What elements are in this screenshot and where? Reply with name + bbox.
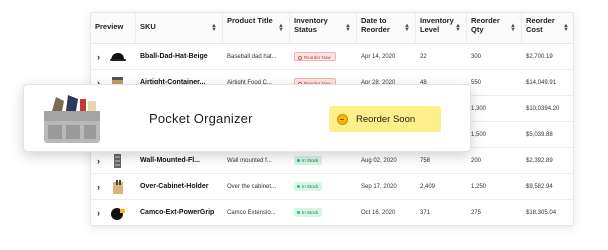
column-header-label: Preview [95,22,124,31]
date-cell: Sep 17, 2020 [361,184,397,190]
qty-cell: 550 [471,80,482,86]
status-badge: Reorder Soon [329,106,441,132]
sku-cell: Bball-Dad-Hat-Beige [140,53,208,60]
cap-icon [109,49,126,65]
product-highlight-card[interactable]: Pocket Organizer Reorder Soon [23,84,471,152]
sku-cell: Over-Cabinet-Holder [140,183,209,190]
status-badge: In Stock [294,181,323,191]
table-row[interactable]: › Over-Cabinet-Holder Over the cabinet... I… [91,174,573,200]
sku-cell: Camco-Ext-PowerGrip [140,209,215,216]
table-row[interactable]: › Bball-Dad-Hat-Beige Baseball dad hat... R… [91,44,573,70]
status-cell: In Stock [290,174,357,200]
title-cell: Baseball dad hat... [227,54,277,60]
table-row[interactable]: › Camco-Ext-PowerGrip Camco Extensio... In … [91,200,573,225]
status-label: In Stock [302,183,319,189]
title-cell: Over the cabinet... [227,184,277,190]
wall-rack-icon [109,153,126,169]
expand-chevron-icon[interactable]: › [97,44,100,70]
column-header-label: Product Title [227,16,273,25]
qty-cell: 200 [471,158,482,164]
status-label: In Stock [302,157,319,163]
cabinet-holder-icon [109,179,126,195]
column-header[interactable]: Inventory Status ▲ ▼ [290,13,357,44]
qty-cell: 300 [471,54,482,60]
sort-icon[interactable]: ▲ ▼ [510,23,516,33]
status-label: Reorder Soon [356,113,416,125]
level-cell: 22 [420,54,427,60]
sort-icon[interactable]: ▲ ▼ [404,23,410,33]
date-cell: Oct 16, 2020 [361,210,396,216]
status-dot-icon [297,211,300,215]
column-header-label: Reorder Qty [471,16,500,34]
column-header-label: Inventory Status [294,16,328,34]
sort-icon[interactable]: ▲ ▼ [211,23,217,33]
sort-icon[interactable]: ▲ ▼ [455,23,461,33]
sort-icon[interactable]: ▲ ▼ [563,23,569,33]
warning-face-icon [337,113,348,125]
column-header[interactable]: SKU ▲ ▼ [136,13,223,44]
status-label: In Stock [302,209,319,215]
cost-cell: $2,392.89 [526,158,553,164]
column-header-label: Date to Reorder [361,16,390,34]
power-cord-icon [109,205,126,221]
level-cell: 2,409 [420,184,436,190]
title-cell: Camco Extensio... [227,210,276,216]
level-cell: 371 [420,210,431,216]
status-cell: Reorder Now [290,44,357,70]
expand-chevron-icon[interactable]: › [97,200,100,225]
status-badge: In Stock [294,155,323,165]
status-cell: In Stock [290,200,357,225]
column-header[interactable]: Product Title ▲ ▼ [223,13,290,44]
qty-cell: 1,500 [471,132,487,138]
column-header[interactable]: Reorder Qty ▲ ▼ [467,13,522,44]
cost-cell: $18,305.04 [526,210,557,216]
cost-cell: $2,700.19 [526,54,553,60]
expand-chevron-icon[interactable]: › [97,174,100,200]
column-header[interactable]: Inventory Level ▲ ▼ [416,13,467,44]
column-header-label: Reorder Cost [526,16,555,34]
date-cell: Apr 14, 2020 [361,54,396,60]
column-header-label: Inventory Level [420,16,454,34]
status-badge: In Stock [294,207,323,217]
status-dot-icon [297,185,300,189]
column-header[interactable]: Date to Reorder ▲ ▼ [357,13,416,44]
sort-icon[interactable]: ▲ ▼ [345,23,351,33]
cost-cell: $10,0394.20 [526,106,560,112]
status-dot-icon [297,159,300,163]
column-header[interactable]: Reorder Cost ▲ ▼ [522,13,573,44]
table-header: Preview SKU ▲ ▼ Product Title ▲ ▼ Inventory Sta… [91,13,573,44]
cost-cell: $9,582.94 [526,184,553,190]
cost-cell: $14,049.91 [526,80,557,86]
status-dot-icon [298,55,302,60]
qty-cell: 275 [471,210,482,216]
product-name: Pocket Organizer [149,111,253,126]
qty-cell: 1,300 [471,106,487,112]
organizer-icon [44,95,100,143]
status-badge: Reorder Now [294,51,336,61]
status-label: Reorder Now [304,54,331,60]
sort-icon[interactable]: ▲ ▼ [278,23,284,33]
qty-cell: 1,250 [471,184,487,190]
cost-cell: $5,039.88 [526,132,553,138]
column-header-label: SKU [140,22,156,31]
column-header: Preview [91,13,136,44]
